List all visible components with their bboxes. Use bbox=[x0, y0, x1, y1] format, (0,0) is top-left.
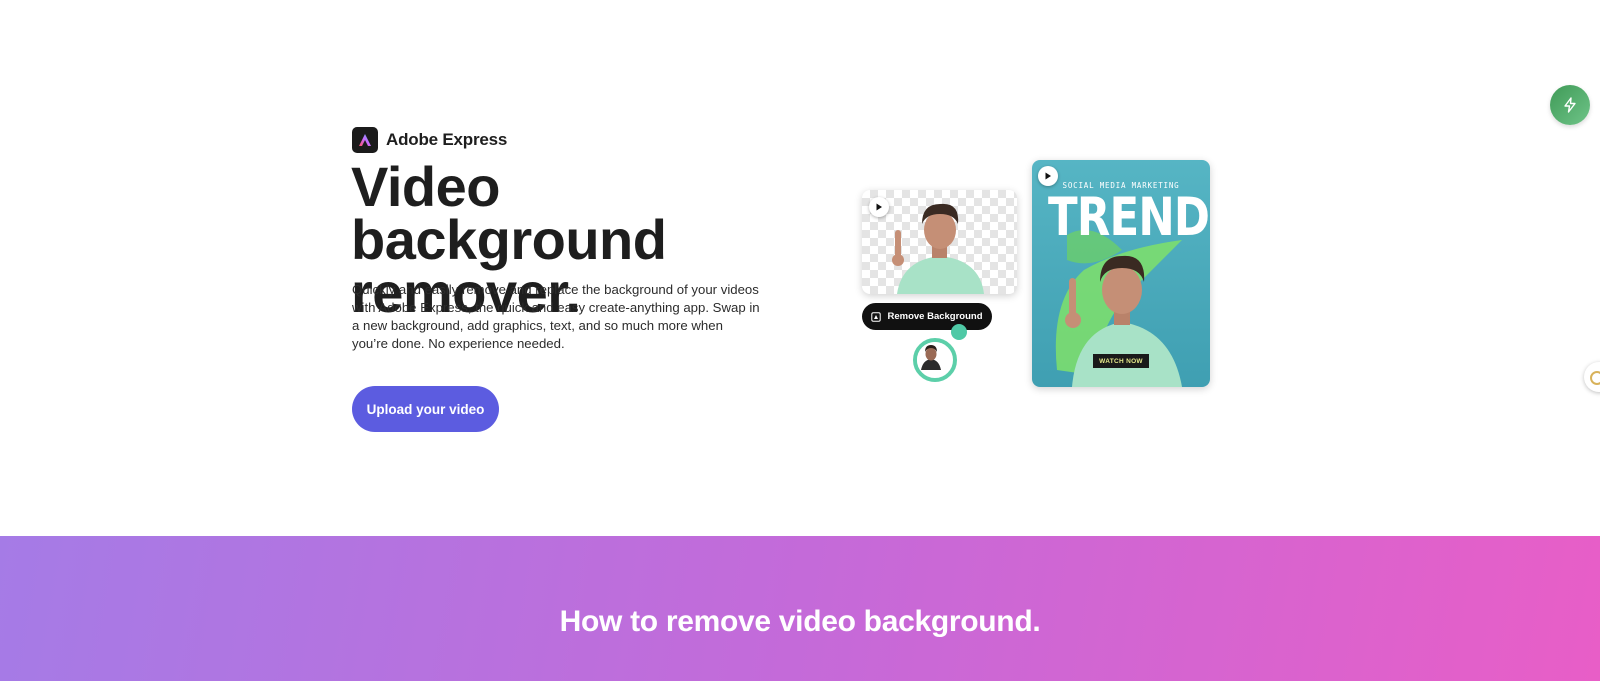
remove-background-label: Remove Background bbox=[887, 311, 983, 322]
brand: Adobe Express bbox=[352, 127, 507, 153]
side-widget-tab[interactable] bbox=[1584, 362, 1600, 392]
lightning-icon bbox=[1564, 97, 1576, 113]
how-to-section: How to remove video background. bbox=[0, 536, 1600, 681]
watch-now-label: WATCH NOW bbox=[1093, 354, 1149, 368]
play-icon[interactable] bbox=[1038, 166, 1058, 186]
upload-video-button[interactable]: Upload your video bbox=[352, 386, 499, 432]
assistant-button[interactable] bbox=[1550, 85, 1590, 125]
avatar bbox=[913, 338, 957, 382]
remove-background-button[interactable]: Remove Background bbox=[862, 303, 992, 330]
brand-name: Adobe Express bbox=[386, 130, 508, 149]
video-preview-card bbox=[862, 190, 1017, 294]
card-title: TRENDS bbox=[1048, 187, 1210, 248]
status-dot bbox=[951, 324, 967, 340]
play-icon[interactable] bbox=[869, 197, 889, 217]
hero-description: Quickly and easily remove and replace th… bbox=[352, 282, 760, 351]
social-media-template-card: SOCIAL MEDIA MARKETING TRENDS WATCH NOW bbox=[1032, 160, 1210, 387]
adobe-express-logo-icon bbox=[352, 127, 378, 153]
remove-background-icon bbox=[871, 311, 882, 322]
section-title: How to remove video background. bbox=[559, 605, 1041, 638]
